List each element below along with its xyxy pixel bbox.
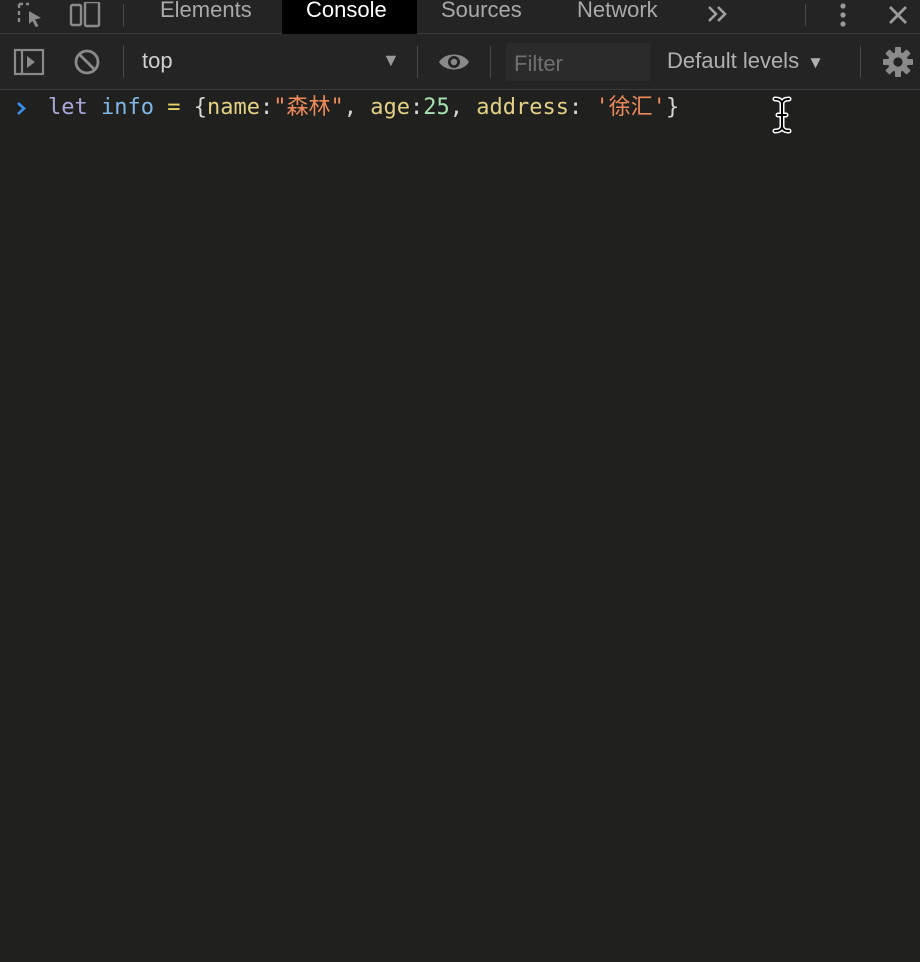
- toolbar-divider-2: [417, 46, 418, 78]
- code-token: "森林": [273, 95, 344, 120]
- toolbar-divider-4: [860, 46, 861, 78]
- code-token: :: [259, 95, 274, 120]
- tabbar-divider: [123, 4, 124, 26]
- code-token: let: [48, 95, 88, 120]
- context-selector-value[interactable]: top: [142, 48, 173, 74]
- console-panel[interactable]: let info = {name:"森林", age:25, address: …: [0, 90, 920, 962]
- code-token: =: [167, 95, 181, 120]
- tab-bar: Elements Console Sources Network: [0, 0, 920, 34]
- text-cursor-icon: [771, 96, 793, 134]
- gear-icon[interactable]: [881, 46, 915, 78]
- code-token: }: [665, 95, 680, 120]
- console-toolbar: top ▼ Default levels▼: [0, 34, 920, 90]
- code-token: '徐汇': [595, 95, 666, 120]
- code-token: ,: [343, 95, 371, 120]
- tab-sources[interactable]: Sources: [424, 0, 554, 34]
- kebab-menu-icon[interactable]: [832, 0, 854, 30]
- tabbar-divider-right: [805, 4, 806, 26]
- code-token: 25: [423, 95, 450, 120]
- code-token: info: [101, 95, 154, 120]
- show-sidebar-icon[interactable]: [12, 48, 46, 76]
- context-dropdown-icon[interactable]: ▼: [382, 50, 400, 71]
- tab-console[interactable]: Console: [282, 0, 417, 34]
- more-tabs-chevron-icon[interactable]: [703, 0, 733, 30]
- toolbar-divider-3: [490, 46, 491, 78]
- filter-input[interactable]: [506, 43, 650, 81]
- prompt-chevron-icon: [14, 96, 30, 120]
- log-levels-dropdown[interactable]: Default levels ▼: [667, 48, 824, 74]
- code-token: name: [206, 95, 260, 120]
- code-token: {: [180, 95, 207, 120]
- levels-dropdown-icon: ▼: [807, 53, 824, 72]
- tab-network[interactable]: Network: [560, 0, 690, 34]
- code-token: :: [568, 95, 596, 120]
- clear-console-icon[interactable]: [72, 48, 102, 76]
- tab-elements[interactable]: Elements: [142, 0, 276, 34]
- code-token: ,: [449, 95, 477, 120]
- code-token: age: [370, 95, 410, 120]
- inspect-element-icon[interactable]: [16, 0, 46, 30]
- device-toolbar-icon[interactable]: [68, 0, 102, 30]
- code-token: :: [409, 95, 424, 120]
- live-expression-eye-icon[interactable]: [436, 50, 472, 74]
- console-input[interactable]: let info = {name:"森林", age:25, address: …: [48, 94, 679, 122]
- devtools-window: Elements Console Sources Network top ▼ F…: [0, 0, 920, 962]
- code-token: address: [476, 95, 569, 120]
- close-icon[interactable]: [884, 0, 912, 30]
- toolbar-divider: [123, 46, 124, 78]
